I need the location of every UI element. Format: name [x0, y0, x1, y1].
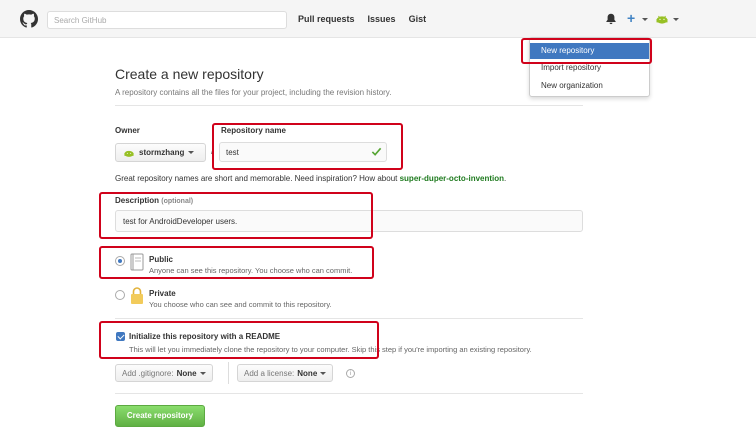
gitignore-select[interactable]: Add .gitignore: None [115, 364, 213, 382]
chevron-down-icon[interactable] [642, 18, 648, 21]
nav-pull-requests[interactable]: Pull requests [298, 14, 355, 24]
private-description: You choose who can see and commit to thi… [149, 300, 332, 309]
top-header: Pull requests Issues Gist + [0, 0, 756, 38]
divider [115, 318, 583, 319]
divider [115, 393, 583, 394]
info-icon[interactable]: i [346, 369, 355, 378]
header-nav: Pull requests Issues Gist [298, 14, 426, 24]
chevron-down-icon[interactable] [673, 18, 679, 21]
gitignore-prefix: Add .gitignore: [122, 368, 174, 378]
private-radio[interactable] [115, 290, 125, 300]
repo-book-icon [130, 253, 144, 271]
owner-label: Owner [115, 126, 140, 135]
owner-repo-separator: / [211, 145, 215, 157]
gitignore-value: None [176, 368, 197, 378]
page-subtitle: A repository contains all the files for … [115, 88, 392, 97]
public-description: Anyone can see this repository. You choo… [149, 266, 353, 275]
public-radio[interactable] [115, 256, 125, 266]
notification-bell-icon[interactable] [605, 13, 617, 25]
repo-name-hint: Great repository names are short and mem… [115, 174, 507, 183]
name-suggestion-link[interactable]: super-duper-octo-invention [400, 174, 504, 183]
owner-value: stormzhang [139, 148, 185, 157]
description-label: Description (optional) [115, 196, 194, 205]
divider [115, 105, 583, 106]
android-avatar-icon [124, 150, 134, 157]
check-icon [371, 147, 382, 156]
search-input[interactable] [47, 11, 287, 29]
android-avatar-icon[interactable] [655, 12, 669, 26]
menu-item-import-repository[interactable]: Import repository [530, 60, 649, 76]
repo-name-input[interactable] [219, 142, 387, 162]
menu-item-new-organization[interactable]: New organization [530, 78, 649, 94]
nav-issues[interactable]: Issues [368, 14, 396, 24]
public-title: Public [149, 255, 174, 264]
readme-title: Initialize this repository with a README [129, 332, 281, 341]
menu-item-new-repository[interactable]: New repository [530, 43, 649, 59]
private-title: Private [149, 289, 176, 298]
create-new-dropdown: New repository Import repository New org… [529, 37, 650, 97]
create-repository-button[interactable]: Create repository [115, 405, 205, 427]
license-prefix: Add a license: [244, 368, 295, 378]
description-input[interactable] [115, 210, 583, 232]
page-title: Create a new repository [115, 66, 264, 82]
github-logo-icon[interactable] [20, 10, 38, 28]
divider [228, 362, 229, 384]
license-select[interactable]: Add a license: None [237, 364, 334, 382]
repo-name-label: Repository name [221, 126, 286, 135]
optional-tag: (optional) [161, 198, 194, 205]
chevron-down-icon [199, 371, 206, 375]
owner-select[interactable]: stormzhang [115, 143, 206, 162]
license-value: None [297, 368, 318, 378]
chevron-down-icon [320, 371, 327, 375]
plus-icon[interactable]: + [627, 11, 635, 25]
nav-gist[interactable]: Gist [409, 14, 427, 24]
chevron-down-icon [188, 151, 195, 154]
lock-icon [131, 287, 143, 304]
readme-description: This will let you immediately clone the … [129, 345, 532, 354]
readme-checkbox[interactable] [116, 332, 125, 341]
